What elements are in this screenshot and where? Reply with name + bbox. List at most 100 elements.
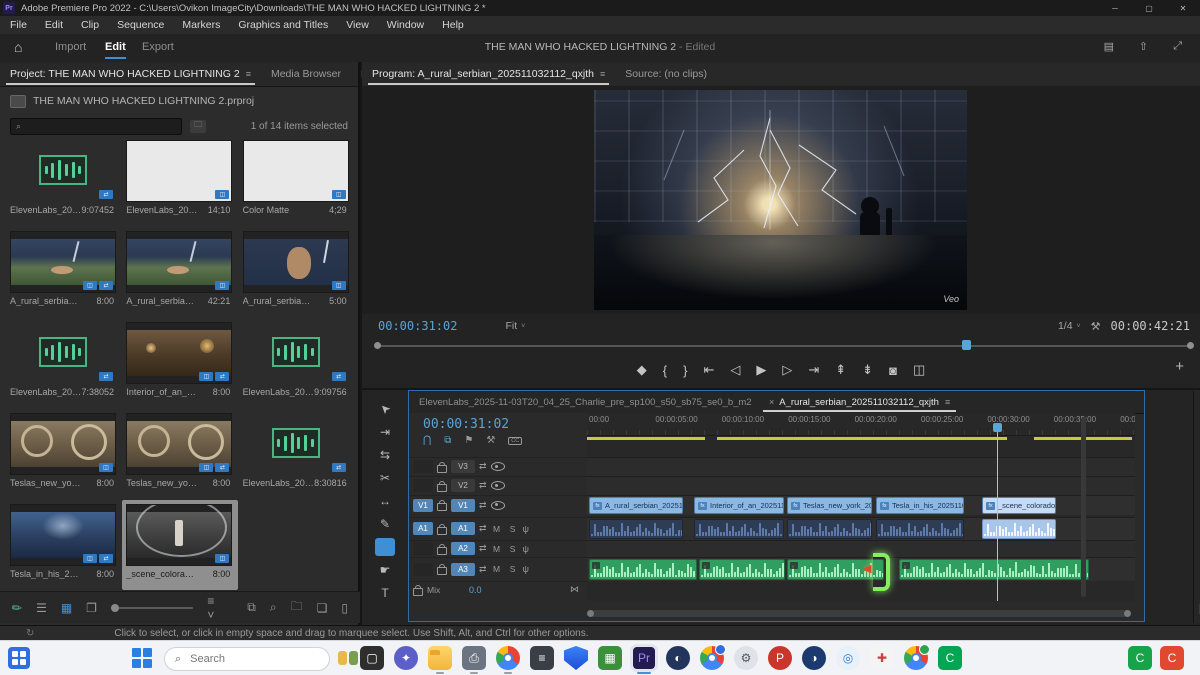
red-p-app-icon[interactable]: P — [768, 646, 792, 673]
timeline-video-clip[interactable]: fxInterior_of_an_2025110 — [694, 497, 784, 514]
toggle-track-output-eye-icon[interactable] — [491, 481, 505, 490]
track-target-a2[interactable]: A2 — [451, 542, 475, 555]
timeline-vertical-scrollbar[interactable] — [1081, 417, 1086, 597]
lock-icon[interactable] — [437, 547, 447, 555]
sync-lock-icon[interactable]: ⇄ — [479, 564, 487, 575]
tray-green-c-icon[interactable]: C — [1128, 646, 1152, 673]
menu-window[interactable]: Window — [387, 19, 424, 31]
solo-button[interactable]: S — [507, 524, 519, 534]
toggle-track-output-eye-icon[interactable] — [491, 462, 505, 471]
zoom-slider[interactable] — [111, 607, 193, 609]
timeline-video-clip[interactable]: fxTeslas_new_york_2025 — [787, 497, 872, 514]
project-item[interactable]: ⇄ElevenLabs_2025-...9:09756 — [239, 318, 354, 408]
workspaces-icon[interactable]: ▤ — [1104, 40, 1114, 53]
new-item-icon[interactable]: ❏ — [317, 601, 328, 615]
mode-import[interactable]: Import — [55, 41, 86, 53]
tab-program[interactable]: Program: A_rural_serbian_202511032112_qx… — [362, 62, 615, 86]
project-item[interactable]: ◫⇄A_rural_serbian_2025...8:00 — [6, 227, 121, 317]
close-button[interactable]: ✕ — [1166, 0, 1200, 16]
writable-pen-icon[interactable]: ✎ — [9, 599, 26, 616]
project-item[interactable]: ◫Color Matte4;29 — [239, 136, 354, 226]
icon-view-icon[interactable]: ▦ — [61, 601, 72, 615]
tab-media-browser[interactable]: Media Browser — [261, 62, 351, 86]
panel-menu-icon[interactable]: ≡ — [945, 397, 950, 407]
atom-app-icon[interactable]: ◎ — [836, 646, 860, 673]
extract-button[interactable]: ⇟ — [862, 362, 873, 378]
menu-view[interactable]: View — [346, 19, 369, 31]
mark-out-button[interactable]: } — [683, 363, 687, 378]
track-target-v1[interactable]: V1 — [451, 499, 475, 512]
lock-icon[interactable] — [437, 503, 447, 511]
timeline-ruler[interactable]: 00:0000:00:05:0000:00:10:0000:00:15:0000… — [587, 413, 1135, 436]
printer-app-icon[interactable]: ⎙ — [462, 646, 486, 673]
playback-resolution-dropdown[interactable]: 1/4 — [1058, 320, 1073, 332]
panel-menu-icon[interactable]: ≡ — [600, 69, 605, 79]
slip-tool[interactable]: ↔ — [375, 492, 395, 510]
mute-button[interactable]: M — [491, 524, 503, 534]
sync-lock-icon[interactable]: ⇄ — [479, 461, 487, 472]
maximize-button[interactable]: ▢ — [1132, 0, 1166, 16]
lock-icon[interactable] — [413, 588, 423, 596]
timeline-audio-clip-a1[interactable] — [982, 519, 1056, 539]
mark-in-button[interactable]: { — [663, 363, 667, 378]
tab-project[interactable]: Project: THE MAN WHO HACKED LIGHTNING 2≡ — [0, 62, 261, 86]
sync-lock-icon[interactable]: ⇄ — [479, 500, 487, 511]
project-search-input[interactable]: ⌕ — [10, 118, 182, 135]
source-patch-v2[interactable] — [413, 479, 433, 492]
go-to-in-button[interactable]: ⇤ — [703, 362, 714, 378]
pen-tool[interactable]: ✎ — [375, 515, 395, 533]
add-marker-button[interactable]: ◆ — [637, 362, 647, 378]
teams-icon[interactable]: ✦ — [394, 646, 418, 673]
project-home-icon[interactable] — [10, 95, 26, 108]
mode-edit[interactable]: Edit — [105, 41, 126, 53]
project-item[interactable]: ◫_scene_colorado_2025...8:00 — [122, 500, 237, 590]
timeline-horizontal-scrollbar[interactable] — [589, 610, 1129, 617]
quick-export-icon[interactable]: ⇧ — [1139, 40, 1148, 53]
chrome-profile-green-icon[interactable] — [904, 646, 928, 673]
button-editor-add-icon[interactable]: + — [1175, 358, 1184, 375]
timeline-tab-inactive[interactable]: ElevenLabs_2025-11-03T20_04_25_Charlie_p… — [409, 391, 759, 413]
dark-app-icon[interactable]: ▢ — [360, 646, 384, 673]
trim-out-indicator[interactable] — [873, 553, 890, 591]
project-item[interactable]: ⇄ElevenLabs_2025-...9:07452 — [6, 136, 121, 226]
menu-clip[interactable]: Clip — [81, 19, 99, 31]
project-item[interactable]: ◫⇄Interior_of_an_202511...8:00 — [122, 318, 237, 408]
tab-source[interactable]: Source: (no clips) — [615, 62, 717, 86]
tray-red-c-icon[interactable]: C — [1160, 646, 1184, 673]
keyframe-icon[interactable]: ⋈ — [570, 584, 579, 595]
notes-dark-icon[interactable]: ≡ — [530, 646, 554, 673]
track-target-a3[interactable]: A3 — [451, 563, 475, 576]
delete-icon[interactable]: ▯ — [341, 601, 348, 615]
close-icon[interactable]: × — [769, 397, 774, 407]
voiceover-mic-icon[interactable]: ψ — [523, 564, 529, 574]
fullscreen-icon[interactable]: ⤢ — [1173, 40, 1182, 53]
track-target-v3[interactable]: V3 — [451, 460, 475, 473]
menu-markers[interactable]: Markers — [182, 19, 220, 31]
camtasia-icon[interactable]: C — [938, 646, 962, 673]
track-target-v2[interactable]: V2 — [451, 479, 475, 492]
timeline-audio-clip-a1[interactable] — [589, 519, 683, 539]
taskbar-search-input[interactable]: ⌕ — [164, 647, 330, 671]
timeline-playhead-grabber[interactable] — [993, 423, 1002, 432]
new-bin-icon[interactable]: 🗀 — [291, 597, 303, 618]
mode-export[interactable]: Export — [142, 41, 174, 53]
solo-button[interactable]: S — [507, 544, 519, 554]
timeline-audio-clip-a3[interactable] — [699, 559, 785, 580]
rectangle-tool[interactable] — [375, 538, 395, 556]
menu-graphics-and-titles[interactable]: Graphics and Titles — [238, 19, 328, 31]
freeform-view-icon[interactable]: ❐ — [86, 601, 97, 615]
ripple-edit-tool[interactable]: ⇆ — [375, 446, 395, 464]
comparison-view-button[interactable]: ◫ — [913, 362, 925, 378]
source-patch-v3[interactable] — [413, 460, 433, 473]
menu-edit[interactable]: Edit — [45, 19, 63, 31]
track-select-tool[interactable]: ⇥ — [375, 423, 395, 441]
mute-button[interactable]: M — [491, 564, 503, 574]
chrome-profile-blue-icon[interactable] — [700, 646, 724, 673]
search-bin-icon[interactable]: 🗀 — [190, 120, 206, 133]
panel-menu-icon[interactable]: ≡ — [246, 69, 251, 79]
project-item[interactable]: ◫A_rural_serbian_202...42:21 — [122, 227, 237, 317]
step-forward-button[interactable]: ▷ — [782, 362, 792, 378]
file-explorer-icon[interactable] — [428, 646, 452, 673]
health-pin-icon[interactable]: ✚ — [870, 646, 894, 673]
lift-button[interactable]: ⇞ — [835, 362, 846, 378]
